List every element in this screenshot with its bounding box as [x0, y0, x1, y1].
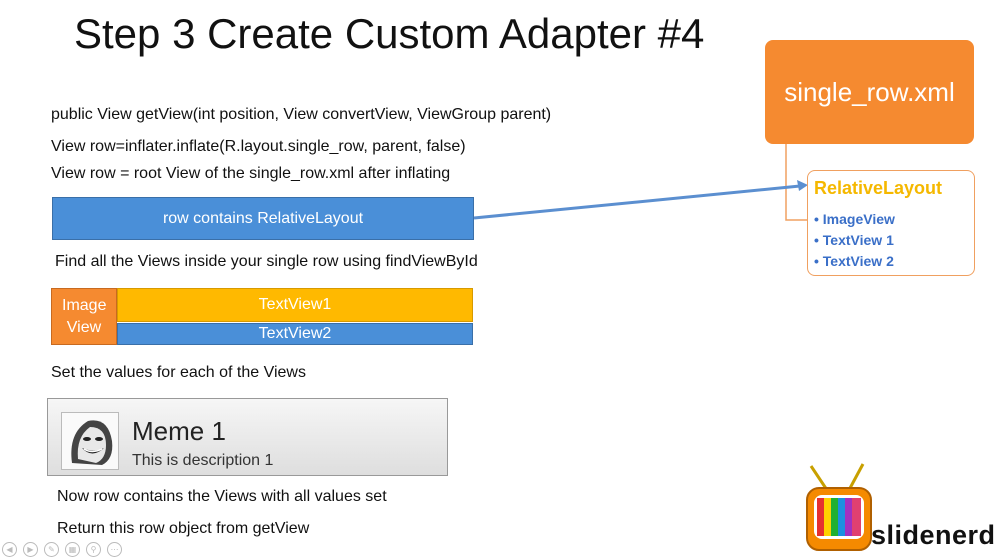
- relativelayout-box: RelativeLayout • ImageView • TextView 1 …: [807, 170, 975, 276]
- zoom-icon[interactable]: ⚲: [86, 542, 101, 557]
- relativelayout-title: RelativeLayout: [814, 178, 943, 198]
- slides-grid-icon[interactable]: ▦: [65, 542, 80, 557]
- previous-slide-icon[interactable]: ◀: [2, 542, 17, 557]
- next-slide-icon[interactable]: ▶: [23, 542, 38, 557]
- relativelayout-item-imageview: • ImageView: [814, 211, 895, 227]
- relativelayout-item-textview2: • TextView 2: [814, 253, 894, 269]
- pen-icon[interactable]: ✎: [44, 542, 59, 557]
- slidenerd-logo: slidenerd: [805, 462, 995, 554]
- slidenerd-text: slidenerd: [871, 520, 996, 550]
- tv-icon: [806, 463, 872, 551]
- presentation-toolbar: ◀ ▶ ✎ ▦ ⚲ ⋯: [2, 542, 122, 557]
- relativelayout-item-textview1: • TextView 1: [814, 232, 894, 248]
- more-options-icon[interactable]: ⋯: [107, 542, 122, 557]
